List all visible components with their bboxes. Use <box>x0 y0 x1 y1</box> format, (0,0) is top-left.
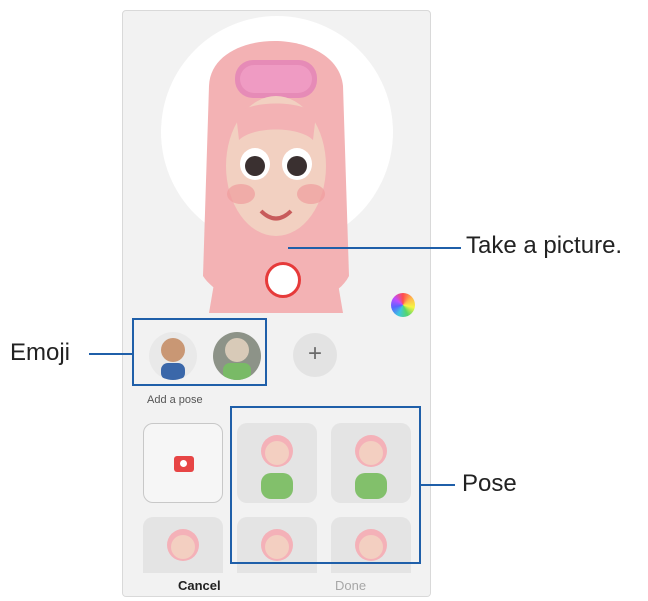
add-emoji-button[interactable]: + <box>293 333 337 377</box>
cancel-button[interactable]: Cancel <box>178 578 221 593</box>
pose-callout-box <box>230 406 421 564</box>
color-palette-button[interactable] <box>391 293 415 317</box>
add-pose-label: Add a pose <box>147 394 203 406</box>
camera-icon <box>174 456 194 472</box>
take-picture-callout-line <box>288 247 461 249</box>
take-picture-callout: Take a picture. <box>466 232 623 259</box>
action-bar: Cancel Done <box>123 573 430 596</box>
emoji-callout: Emoji <box>10 339 71 366</box>
avatar-preview <box>139 16 413 313</box>
emoji-callout-box <box>132 318 267 386</box>
done-button[interactable]: Done <box>335 578 366 593</box>
pose-callout: Pose <box>462 470 517 497</box>
shutter-button[interactable] <box>265 262 301 298</box>
capture-pose-button[interactable] <box>143 423 223 503</box>
emoji-callout-line <box>89 353 132 355</box>
pose-callout-line <box>421 484 455 486</box>
